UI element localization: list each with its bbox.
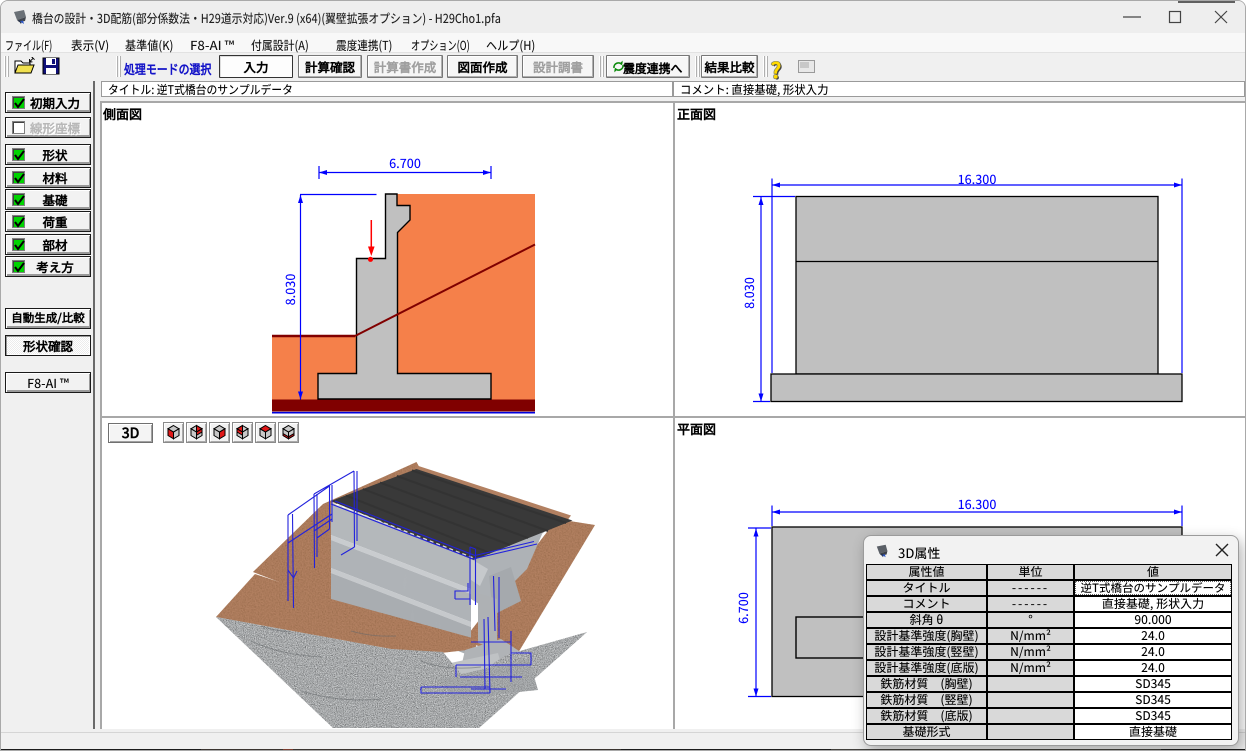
svg-text:6.700: 6.700 — [389, 153, 421, 172]
svg-text:16.300: 16.300 — [958, 169, 997, 188]
svg-text:6.700: 6.700 — [733, 592, 752, 624]
svg-text:8.030: 8.030 — [280, 274, 299, 306]
svg-text:8.030: 8.030 — [739, 277, 758, 309]
svg-text:16.300: 16.300 — [958, 494, 997, 513]
